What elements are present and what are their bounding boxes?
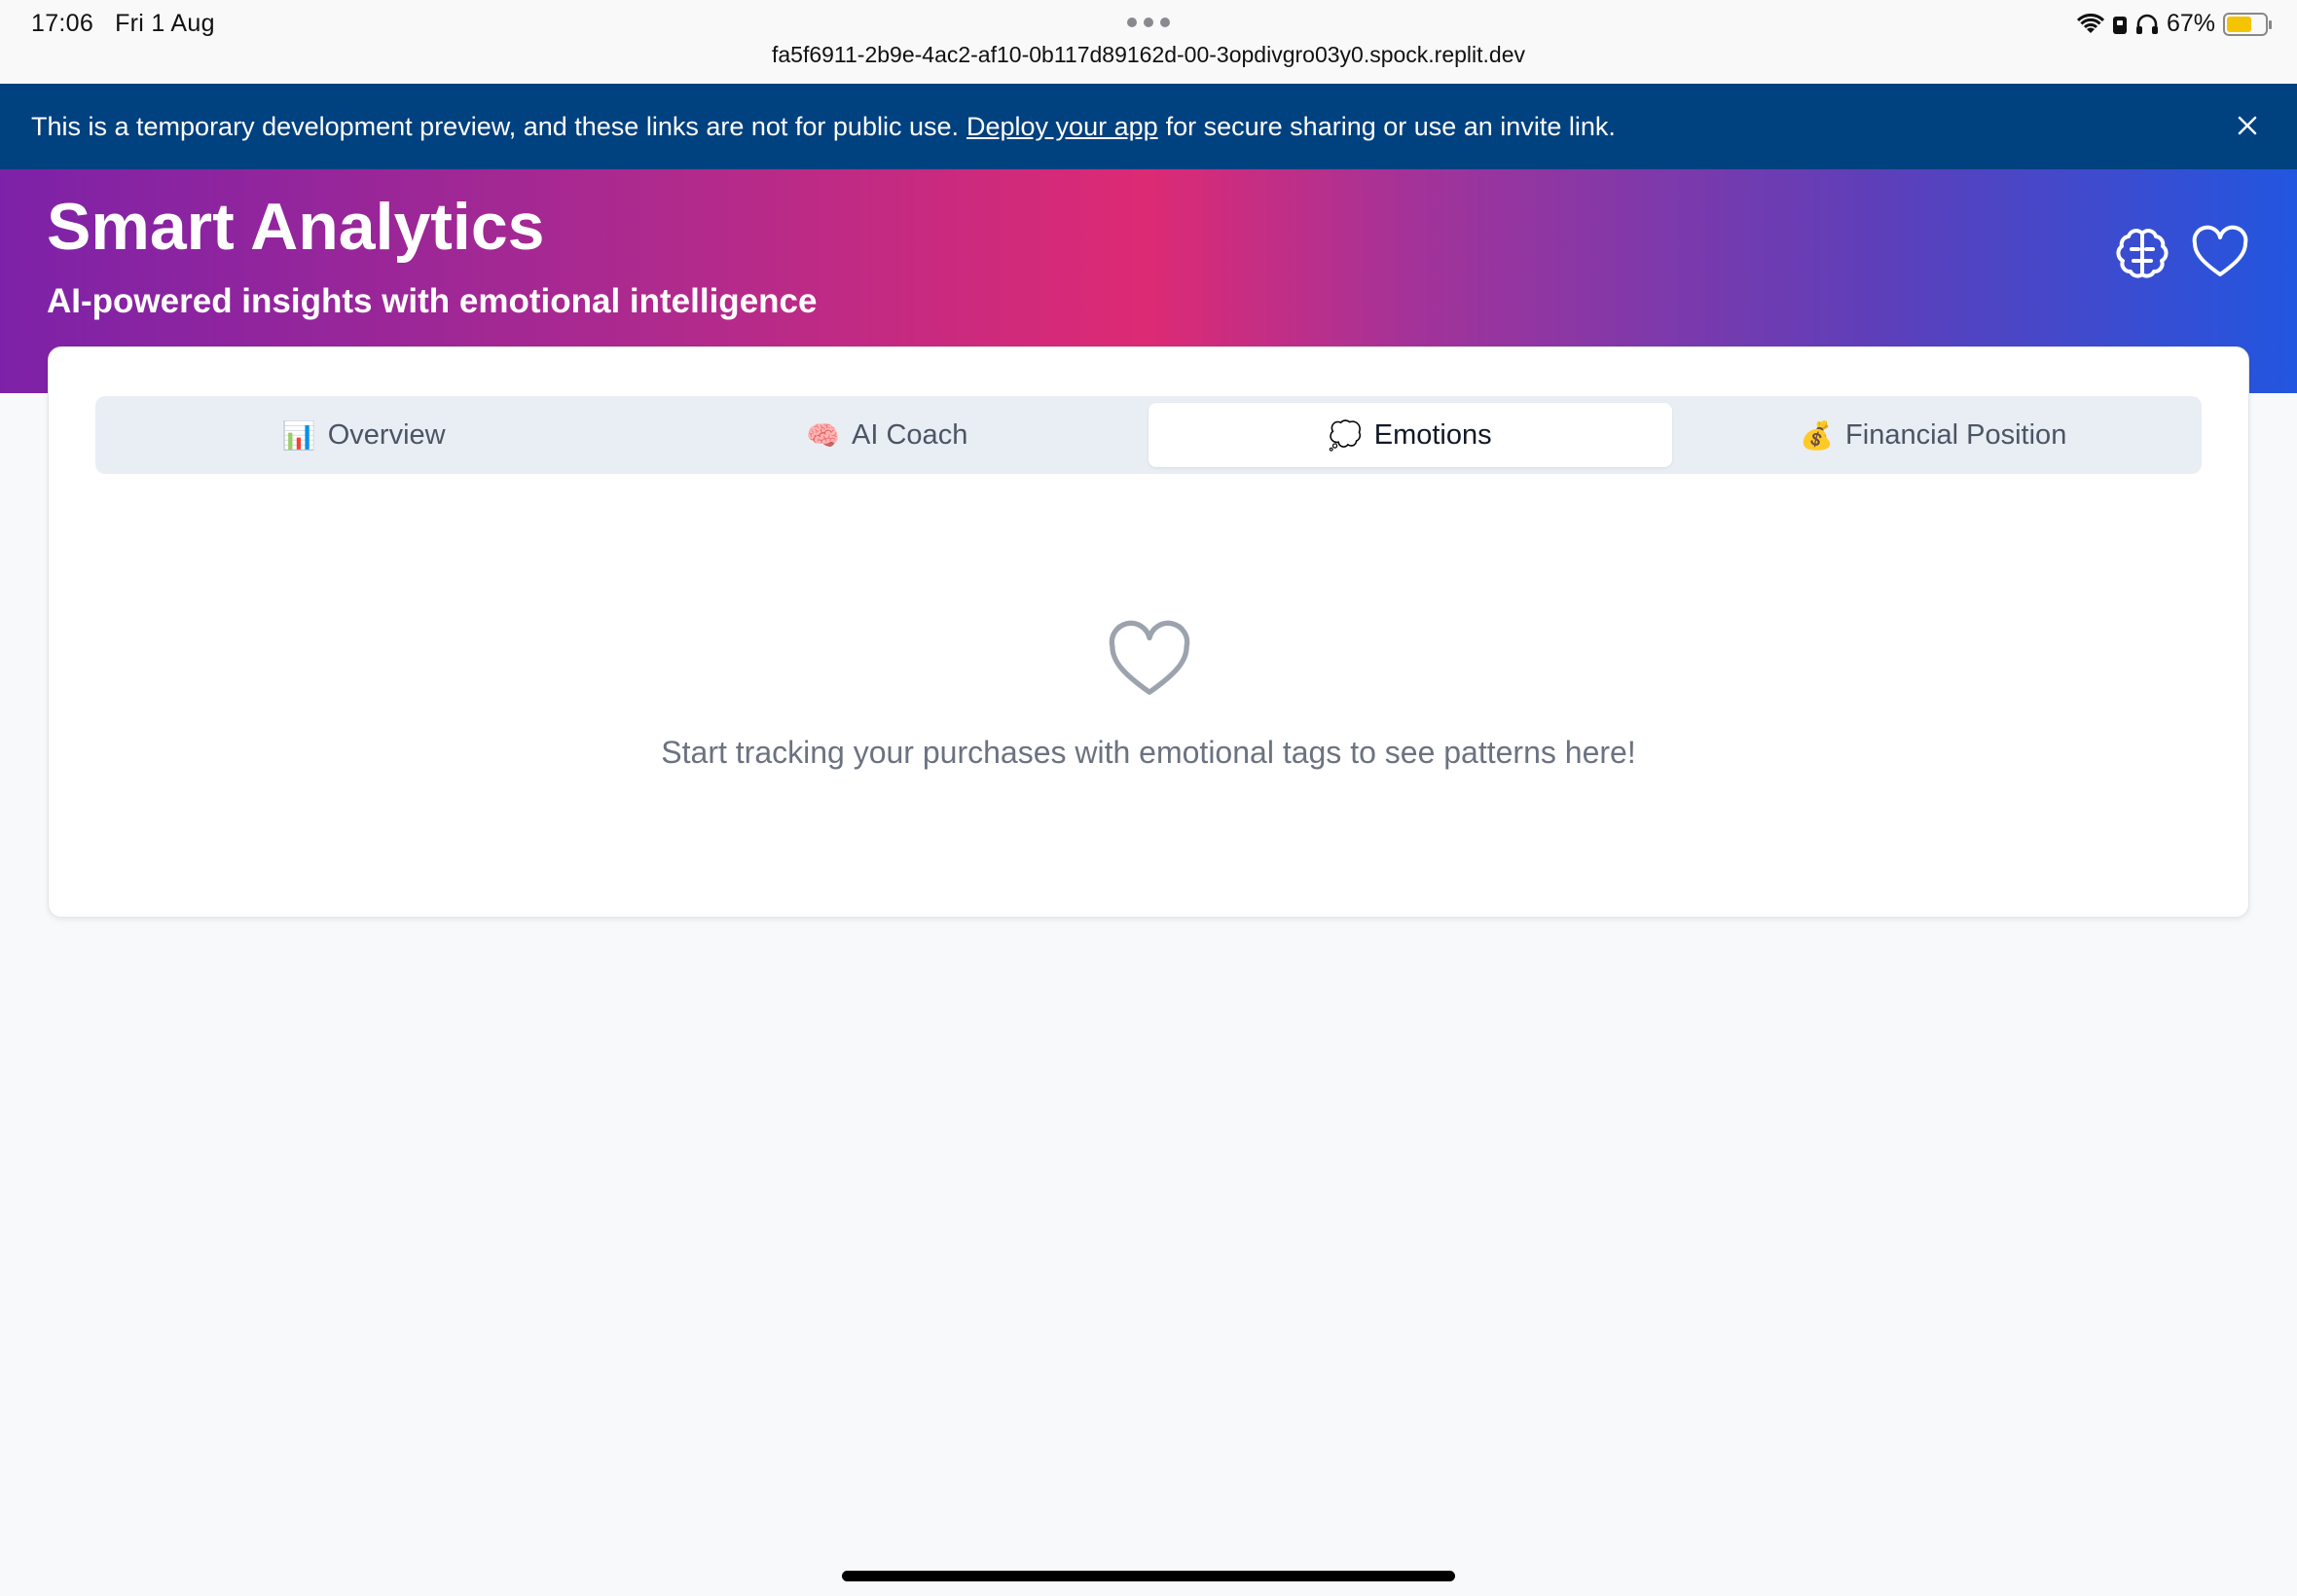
brain-emoji-icon: 🧠 xyxy=(806,419,841,451)
hero-icons xyxy=(2112,224,2250,284)
battery-percent: 67% xyxy=(2166,10,2215,37)
thought-bubble-icon: 💭 xyxy=(1328,419,1363,451)
money-bag-icon: 💰 xyxy=(1800,419,1835,451)
page-subtitle: AI-powered insights with emotional intel… xyxy=(47,282,818,320)
status-bar: 17:06 Fri 1 Aug fa5f6911-2b9e-4ac2-af10-0… xyxy=(0,0,2297,84)
address-bar-url[interactable]: fa5f6911-2b9e-4ac2-af10-0b117d89162d-00-… xyxy=(0,42,2297,68)
headphones-icon xyxy=(2135,14,2158,34)
wifi-icon xyxy=(2076,13,2104,33)
status-date: Fri 1 Aug xyxy=(115,10,215,37)
status-time-date: 17:06 Fri 1 Aug xyxy=(31,10,215,38)
page-title: Smart Analytics xyxy=(47,190,545,264)
dev-preview-banner: This is a temporary development preview,… xyxy=(0,84,2297,169)
tab-emotions[interactable]: 💭 Emotions xyxy=(1148,403,1672,467)
tab-label: AI Coach xyxy=(852,418,968,451)
tab-label: Financial Position xyxy=(1845,418,2067,451)
tab-label: Overview xyxy=(327,418,446,451)
status-time: 17:06 xyxy=(31,10,94,37)
analytics-card: 📊 Overview 🧠 AI Coach 💭 Emotions 💰 Finan… xyxy=(48,346,2249,918)
tab-overview[interactable]: 📊 Overview xyxy=(102,403,626,467)
tab-ai-coach[interactable]: 🧠 AI Coach xyxy=(626,403,1149,467)
battery-icon xyxy=(2223,12,2272,36)
more-options-icon[interactable] xyxy=(1127,18,1170,27)
banner-text-after: for secure sharing or use an invite link… xyxy=(1165,111,1616,141)
banner-text-before: This is a temporary development preview,… xyxy=(31,111,959,141)
status-indicators: 67% xyxy=(2076,10,2272,38)
heart-icon xyxy=(2192,225,2248,276)
tab-list: 📊 Overview 🧠 AI Coach 💭 Emotions 💰 Finan… xyxy=(95,396,2202,474)
tab-label: Emotions xyxy=(1373,418,1492,451)
lock-icon xyxy=(2112,16,2127,34)
chart-icon: 📊 xyxy=(281,419,316,451)
close-icon[interactable] xyxy=(2235,113,2260,138)
tab-financial-position[interactable]: 💰 Financial Position xyxy=(1672,403,2196,467)
home-indicator[interactable] xyxy=(842,1571,1455,1581)
deploy-app-link[interactable]: Deploy your app xyxy=(966,112,1158,142)
brain-icon xyxy=(2116,229,2169,278)
empty-state-message: Start tracking your purchases with emoti… xyxy=(661,735,1636,770)
empty-state-heart-icon xyxy=(1109,620,1190,695)
